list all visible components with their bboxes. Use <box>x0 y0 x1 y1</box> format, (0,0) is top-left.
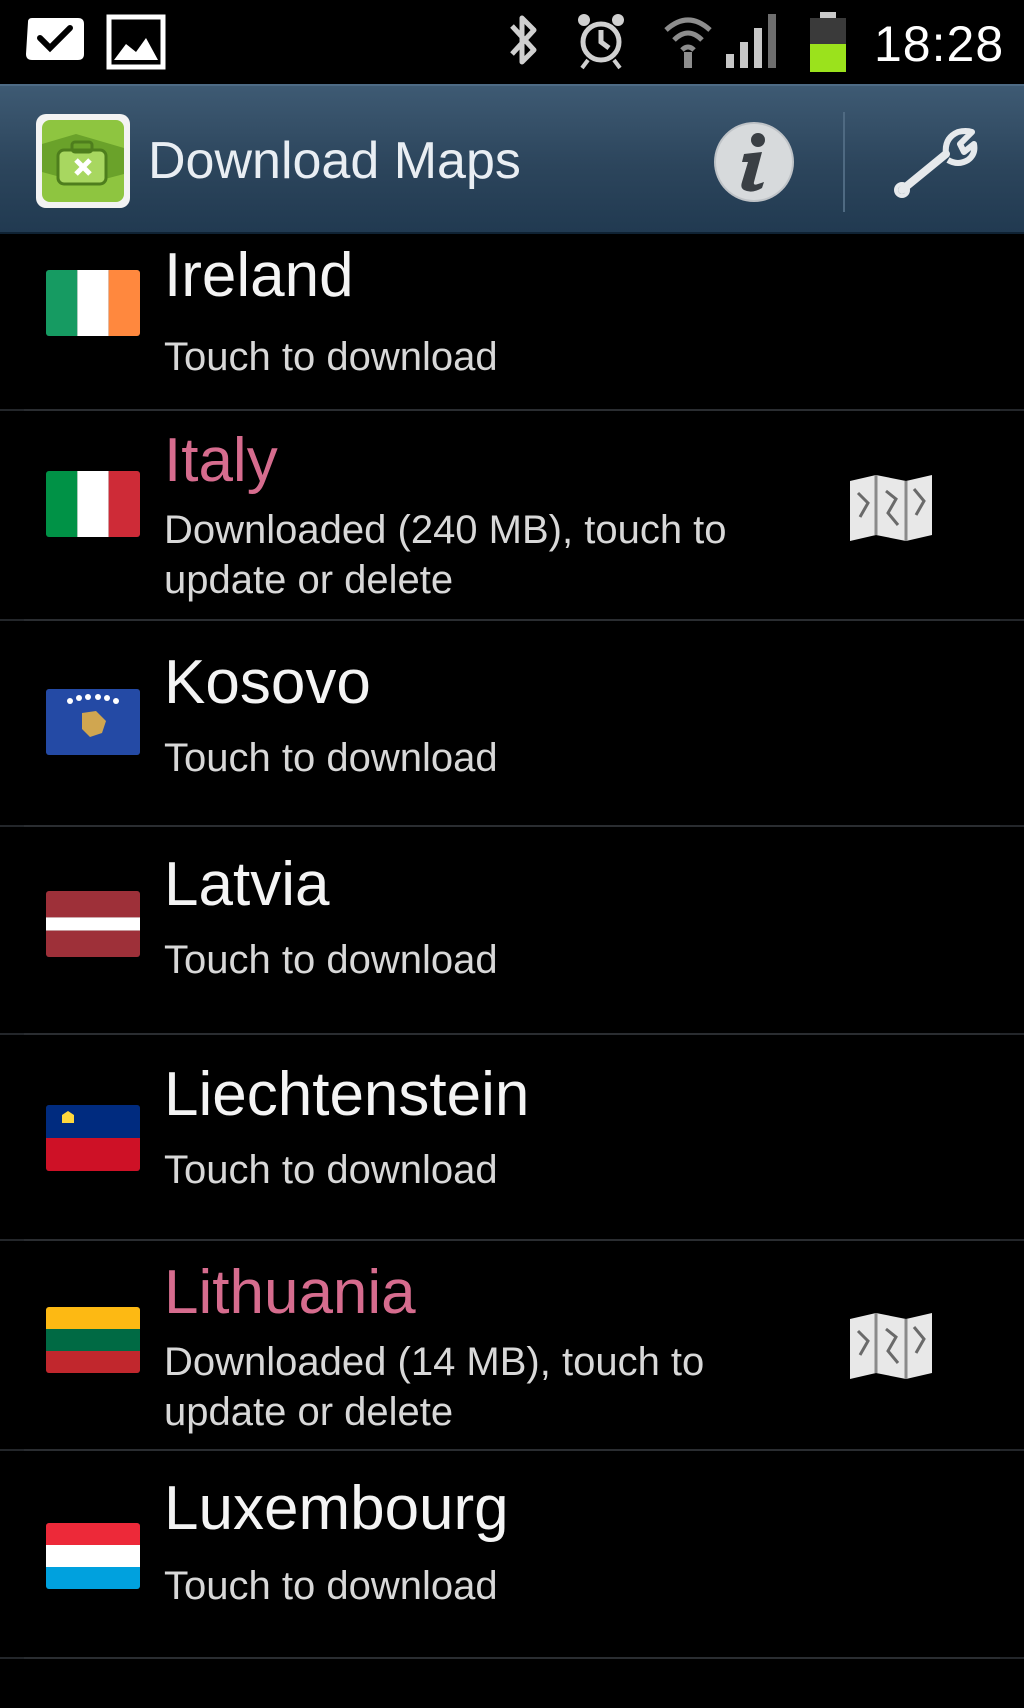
signal-icon <box>726 14 776 68</box>
row-divider <box>24 1657 1000 1659</box>
country-list: Ireland Touch to download Italy Download… <box>0 236 1024 1659</box>
kosovo-flag <box>46 689 140 755</box>
list-item-italy[interactable]: Italy Downloaded (240 MB), touch to upda… <box>0 411 1024 621</box>
list-item-lithuania[interactable]: Lithuania Downloaded (14 MB), touch to u… <box>0 1241 1024 1451</box>
country-status: Downloaded (240 MB), touch to update or … <box>164 508 727 602</box>
info-icon[interactable] <box>712 120 796 204</box>
list-item-luxembourg[interactable]: Luxembourg Touch to download <box>0 1451 1024 1659</box>
country-status: Touch to download <box>164 1564 498 1608</box>
battery-icon <box>810 12 846 72</box>
country-name: Lithuania <box>164 1258 416 1327</box>
alarm-icon <box>578 14 624 70</box>
country-name: Liechtenstein <box>164 1060 530 1129</box>
downloaded-map-icon[interactable] <box>846 473 936 543</box>
list-item-liechtenstein[interactable]: Liechtenstein Touch to download <box>0 1035 1024 1241</box>
country-status: Touch to download <box>164 938 498 982</box>
wrench-icon[interactable] <box>886 120 986 204</box>
country-status: Touch to download <box>164 335 498 379</box>
country-name: Latvia <box>164 850 330 919</box>
bluetooth-icon <box>510 15 537 65</box>
list-item-ireland[interactable]: Ireland Touch to download <box>0 236 1024 411</box>
clock-time: 18:28 <box>874 16 1005 72</box>
luxembourg-flag <box>46 1523 140 1589</box>
action-bar-divider <box>843 112 845 212</box>
liechtenstein-flag <box>46 1105 140 1171</box>
italy-flag <box>46 471 140 537</box>
wifi-icon <box>664 17 712 68</box>
downloaded-map-icon[interactable] <box>846 1311 936 1381</box>
list-item-kosovo[interactable]: Kosovo Touch to download <box>0 621 1024 827</box>
latvia-flag <box>46 891 140 957</box>
page-title: Download Maps <box>148 132 521 190</box>
country-status: Touch to download <box>164 1148 498 1192</box>
ireland-flag <box>46 270 140 336</box>
country-status: Touch to download <box>164 736 498 780</box>
app-map-icon[interactable] <box>36 114 130 208</box>
gallery-icon <box>106 14 166 70</box>
lithuania-flag <box>46 1307 140 1373</box>
country-name: Italy <box>164 426 278 495</box>
country-name: Kosovo <box>164 648 371 717</box>
country-status: Downloaded (14 MB), touch to update or d… <box>164 1340 705 1434</box>
notification-check-icon <box>22 18 84 64</box>
list-item-latvia[interactable]: Latvia Touch to download <box>0 827 1024 1035</box>
country-name: Luxembourg <box>164 1474 509 1543</box>
country-name: Ireland <box>164 241 354 310</box>
status-bar: 18:28 <box>0 0 1024 84</box>
action-bar: Download Maps <box>0 84 1024 234</box>
